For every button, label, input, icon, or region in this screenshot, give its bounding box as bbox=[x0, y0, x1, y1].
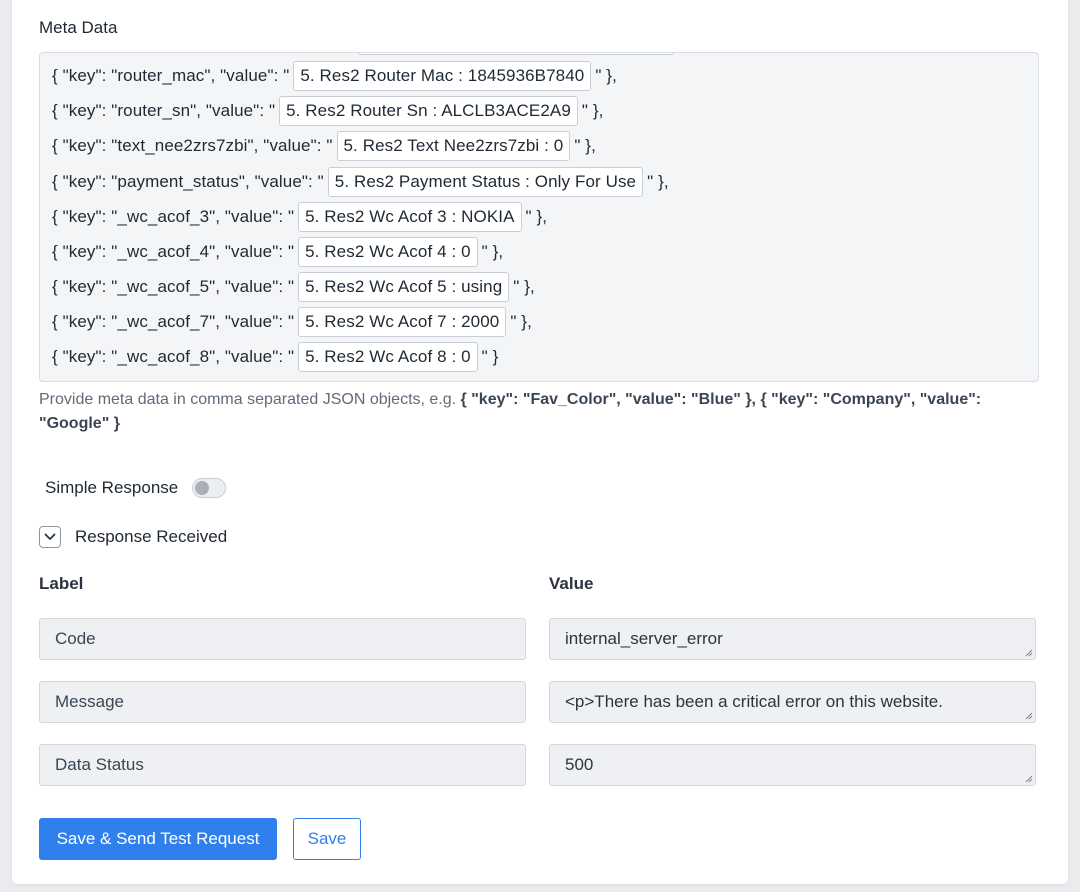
meta-line: { "key": "_wc_acof_4", "value": " 5. Res… bbox=[52, 237, 503, 267]
value-text: internal_server_error bbox=[565, 629, 723, 648]
label-column-header: Label bbox=[39, 574, 84, 593]
meta-line-suffix: " }, bbox=[510, 312, 532, 331]
meta-line-suffix: " }, bbox=[481, 242, 504, 261]
meta-line-prefix: { "key": "router_mac", "value": " bbox=[52, 66, 290, 85]
meta-line-prefix: { "key": "_wc_acof_5", "value": " bbox=[52, 277, 295, 296]
value-field-data-status[interactable]: 500 bbox=[549, 744, 1036, 786]
simple-response-row: Simple Response bbox=[45, 478, 227, 498]
simple-response-label: Simple Response bbox=[45, 478, 179, 497]
meta-value-pill[interactable]: 5. Res2 Text Nee2zrs7zbi : 0 bbox=[336, 131, 571, 161]
meta-line-suffix: " } bbox=[481, 347, 499, 366]
chevron-down-icon[interactable] bbox=[39, 526, 61, 548]
meta-line: { "key": "text_nee2zrs7zbi", "value": " … bbox=[52, 131, 596, 161]
meta-line-suffix: " }, bbox=[574, 136, 596, 155]
help-example-1: { "key": "Fav_Color", "value": "Blue" }, bbox=[460, 391, 756, 408]
meta-line: { "key": "payment_status", "value": " 5.… bbox=[52, 167, 669, 197]
label-field-code[interactable]: Code bbox=[39, 618, 526, 660]
meta-line-prefix: { "key": "text_nee2zrs7zbi", "value": " bbox=[52, 136, 333, 155]
meta-line: { "key": "_wc_acof_5", "value": " 5. Res… bbox=[52, 272, 535, 302]
meta-line-suffix: " }, bbox=[647, 172, 669, 191]
meta-line-suffix: " }, bbox=[513, 277, 535, 296]
meta-line: { "key": "router_sn", "value": " 5. Res2… bbox=[52, 96, 603, 126]
meta-value-pill[interactable]: 5. Res2 Wc Acof 4 : 0 bbox=[298, 237, 478, 267]
resize-handle-icon[interactable] bbox=[1023, 773, 1033, 783]
response-received-label: Response Received bbox=[75, 527, 228, 546]
meta-line: { "key": "_wc_acof_8", "value": " 5. Res… bbox=[52, 342, 498, 372]
value-text: <p>There has been a critical error on th… bbox=[565, 692, 943, 711]
meta-value-pill[interactable]: 5. Res2 Wc Acof 5 : using bbox=[298, 272, 510, 302]
meta-help-text: Provide meta data in comma separated JSO… bbox=[39, 388, 1039, 436]
meta-line: { "key": "router_mac", "value": " 5. Res… bbox=[52, 61, 617, 91]
meta-line-suffix: " }, bbox=[525, 207, 548, 226]
value-field-message[interactable]: <p>There has been a critical error on th… bbox=[549, 681, 1036, 723]
resize-handle-icon[interactable] bbox=[1023, 710, 1033, 720]
value-field-code[interactable]: internal_server_error bbox=[549, 618, 1036, 660]
meta-data-editor[interactable]: { "key": "router_mac", "value": " 5. Res… bbox=[39, 52, 1039, 382]
meta-line-prefix: { "key": "payment_status", "value": " bbox=[52, 172, 324, 191]
meta-value-pill[interactable]: 5. Res2 Payment Status : Only For Use bbox=[327, 167, 644, 197]
meta-line: { "key": "_wc_acof_7", "value": " 5. Res… bbox=[52, 307, 532, 337]
toggle-knob bbox=[195, 481, 210, 495]
meta-value-pill[interactable]: 5. Res2 Wc Acof 7 : 2000 bbox=[298, 307, 507, 337]
help-text: Provide meta data in comma separated JSO… bbox=[39, 391, 457, 408]
meta-line-prefix: { "key": "_wc_acof_7", "value": " bbox=[52, 312, 295, 331]
meta-line-prefix: { "key": "_wc_acof_8", "value": " bbox=[52, 347, 295, 366]
meta-value-pill[interactable]: 5. Res2 Router Mac : 1845936B7840 bbox=[293, 61, 592, 91]
simple-response-toggle[interactable] bbox=[192, 478, 227, 498]
meta-value-pill[interactable]: 5. Res2 Wc Acof 8 : 0 bbox=[298, 342, 478, 372]
value-text: 500 bbox=[565, 755, 594, 774]
label-field-data-status[interactable]: Data Status bbox=[39, 744, 526, 786]
meta-value-pill-partial bbox=[358, 53, 674, 55]
meta-line-suffix: " }, bbox=[581, 101, 604, 120]
save-button[interactable]: Save bbox=[293, 818, 361, 860]
meta-data-title: Meta Data bbox=[39, 18, 118, 37]
meta-line-prefix: { "key": "_wc_acof_4", "value": " bbox=[52, 242, 295, 261]
meta-line-prefix: { "key": "_wc_acof_3", "value": " bbox=[52, 207, 295, 226]
response-received-row[interactable]: Response Received bbox=[39, 526, 227, 548]
meta-line: { "key": "_wc_acof_3", "value": " 5. Res… bbox=[52, 202, 547, 232]
save-and-send-test-request-button[interactable]: Save & Send Test Request bbox=[39, 818, 277, 860]
meta-line-suffix: " }, bbox=[595, 66, 617, 85]
meta-settings-card: Meta Data { "key": "router_mac", "value"… bbox=[12, 0, 1068, 884]
label-field-message[interactable]: Message bbox=[39, 681, 526, 723]
meta-value-pill[interactable]: 5. Res2 Router Sn : ALCLB3ACE2A9 bbox=[279, 96, 578, 126]
meta-value-pill[interactable]: 5. Res2 Wc Acof 3 : NOKIA bbox=[298, 202, 522, 232]
resize-handle-icon[interactable] bbox=[1023, 647, 1033, 657]
value-column-header: Value bbox=[549, 574, 594, 593]
meta-line-prefix: { "key": "router_sn", "value": " bbox=[52, 101, 276, 120]
